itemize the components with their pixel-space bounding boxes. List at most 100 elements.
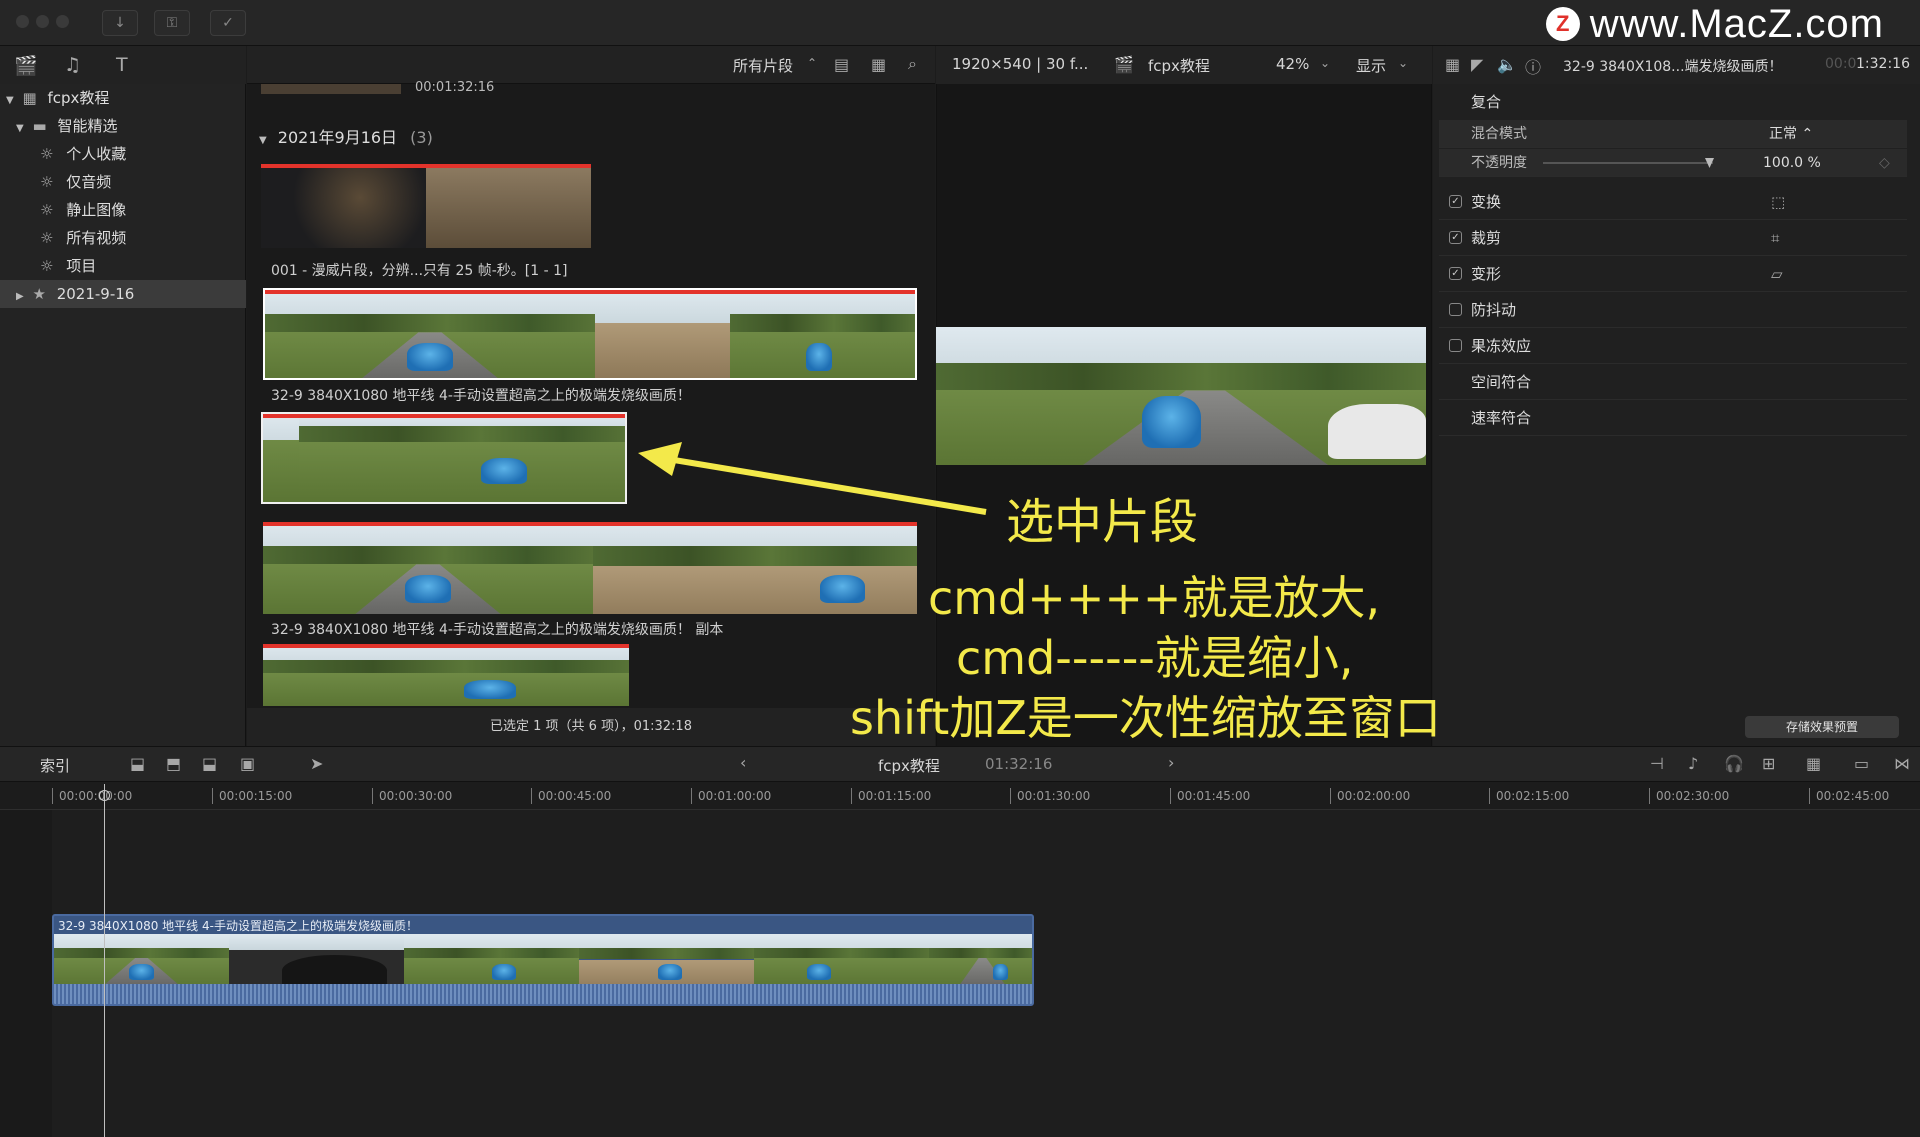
- crop-checkbox[interactable]: ✓: [1449, 231, 1462, 244]
- sidebar-item-favorites[interactable]: ☼ 个人收藏: [0, 140, 246, 168]
- sidebar-item-stills[interactable]: ☼ 静止图像: [0, 196, 246, 224]
- clip-thumbnail-horizon[interactable]: [263, 288, 917, 380]
- playhead[interactable]: [104, 784, 105, 1137]
- libraries-icon[interactable]: 🎬: [14, 54, 38, 77]
- rate-conform-row[interactable]: 速率符合: [1439, 400, 1907, 436]
- sidebar-item-audio-only[interactable]: ☼ 仅音频: [0, 168, 246, 196]
- info-inspector-icon[interactable]: ⓘ: [1525, 54, 1541, 78]
- distort-onscreen-icon[interactable]: ▱: [1771, 256, 1783, 292]
- history-forward-icon[interactable]: ›: [1168, 753, 1174, 772]
- minimize-window-button[interactable]: [36, 15, 49, 28]
- save-effects-preset-button[interactable]: 存储效果预置: [1745, 716, 1899, 738]
- annotation-zoom-in: cmd++++就是放大,: [928, 571, 1381, 625]
- stabilization-row[interactable]: 防抖动: [1439, 292, 1907, 328]
- watermark: Z www.MacZ.com: [1545, 2, 1884, 46]
- sidebar-item-label: 所有视频: [66, 229, 127, 247]
- smart-collection-icon: ☼: [40, 201, 54, 219]
- sidebar-item-event[interactable]: ▶ ★ 2021-9-16: [0, 280, 246, 308]
- crop-onscreen-icon[interactable]: ⌗: [1771, 220, 1779, 256]
- ruler-tick: 00:00:30:00: [372, 788, 452, 804]
- stabilization-checkbox[interactable]: [1449, 303, 1462, 316]
- background-tasks-icon[interactable]: ✓: [210, 10, 246, 36]
- clip-frame: [754, 934, 929, 986]
- insert-clip-icon[interactable]: ⬒: [166, 754, 181, 773]
- history-back-icon[interactable]: ‹: [740, 753, 746, 772]
- titles-generators-icon[interactable]: T: [116, 54, 128, 76]
- distort-checkbox[interactable]: ✓: [1449, 267, 1462, 280]
- effects-browser-icon[interactable]: ▭: [1854, 754, 1869, 773]
- headphones-icon[interactable]: 🎧: [1724, 754, 1744, 773]
- zoom-window-button[interactable]: [56, 15, 69, 28]
- list-view-icon[interactable]: ▤: [834, 55, 849, 74]
- video-inspector-icon[interactable]: ▦: [1445, 55, 1460, 74]
- library-item[interactable]: ▼ ▦ fcpx教程: [0, 84, 246, 112]
- disclosure-triangle-icon[interactable]: ▼: [6, 95, 14, 106]
- blend-mode-label: 混合模式: [1471, 126, 1527, 142]
- clip-appearance-icon[interactable]: ▦: [1806, 754, 1821, 773]
- audio-inspector-icon[interactable]: 🔈: [1497, 55, 1517, 74]
- photos-audio-icon[interactable]: ♫: [64, 54, 81, 76]
- select-tool-icon[interactable]: ➤: [310, 754, 323, 773]
- timeline-ruler[interactable]: 00:00:00:00 00:00:15:00 00:00:30:00 00:0…: [0, 782, 1920, 810]
- partial-clip-thumbnail[interactable]: [261, 84, 401, 94]
- stabilization-label: 防抖动: [1471, 301, 1517, 319]
- event-star-icon: ★: [32, 285, 46, 303]
- clip-filter-menu[interactable]: 所有片段: [733, 55, 793, 76]
- clip-frame: [404, 934, 579, 986]
- library-toolbar: 🎬 ♫ T: [0, 46, 246, 84]
- transitions-browser-icon[interactable]: ⋈: [1894, 754, 1910, 773]
- connect-clip-icon[interactable]: ⬓: [130, 754, 145, 773]
- disclosure-triangle-icon[interactable]: ▼: [16, 123, 24, 134]
- distort-row[interactable]: ✓ 变形 ▱: [1439, 256, 1907, 292]
- rolling-shutter-row[interactable]: 果冻效应: [1439, 328, 1907, 364]
- opacity-row: 不透明度 100.0 % ◇: [1439, 149, 1907, 177]
- skimming-icon[interactable]: ⊣: [1650, 754, 1664, 773]
- date-group-header[interactable]: ▼ 2021年9月16日 (3): [259, 124, 433, 148]
- dirt-frame: [595, 290, 730, 378]
- transform-onscreen-icon[interactable]: ⬚: [1771, 184, 1785, 220]
- clip-thumbnail-partial[interactable]: [263, 644, 629, 706]
- filmstrip-view-icon[interactable]: ▦: [871, 55, 886, 74]
- display-menu[interactable]: 显示: [1356, 55, 1386, 76]
- selected-clip-thumbnail[interactable]: [261, 412, 627, 504]
- clip-browser: 00:01:32:16 ▼ 2021年9月16日 (3) 001 - 漫威片段，…: [247, 80, 935, 708]
- timeline-index-button[interactable]: 索引: [40, 755, 70, 776]
- opacity-slider[interactable]: [1543, 162, 1713, 164]
- field-frame: [730, 290, 915, 378]
- disclosure-triangle-icon[interactable]: ▼: [259, 135, 267, 146]
- disclosure-triangle-icon[interactable]: ▶: [16, 291, 24, 302]
- rolling-shutter-checkbox[interactable]: [1449, 339, 1462, 352]
- clip-thumbnail-marvel[interactable]: [261, 164, 591, 248]
- keywords-icon[interactable]: ⚿: [154, 10, 190, 36]
- blend-mode-row: 混合模式 正常 ⌃: [1439, 120, 1907, 148]
- timeline-clip[interactable]: 32-9 3840X1080 地平线 4-手动设置超高之上的极端发烧级画质！: [52, 914, 1034, 1006]
- color-inspector-icon[interactable]: ◤: [1471, 55, 1483, 74]
- opacity-value[interactable]: 100.0 %: [1763, 149, 1821, 177]
- audio-skimming-icon[interactable]: ♪: [1688, 754, 1698, 773]
- smart-collections-folder[interactable]: ▼ ▬ 智能精选: [0, 112, 246, 140]
- viewer-video-frame[interactable]: [936, 327, 1426, 465]
- clip-thumbnail-horizon-copy[interactable]: [263, 522, 917, 614]
- snapping-icon[interactable]: ⊞: [1762, 754, 1775, 773]
- sidebar-item-projects[interactable]: ☼ 项目: [0, 252, 246, 280]
- sidebar-item-all-video[interactable]: ☼ 所有视频: [0, 224, 246, 252]
- search-icon[interactable]: ⌕: [908, 54, 917, 74]
- timeline-gutter: [0, 810, 52, 1137]
- compositing-section[interactable]: 复合: [1439, 84, 1907, 120]
- overwrite-clip-icon[interactable]: ▣: [240, 754, 255, 773]
- spatial-conform-row[interactable]: 空间符合: [1439, 364, 1907, 400]
- ruler-tick: 00:02:00:00: [1330, 788, 1410, 804]
- transform-checkbox[interactable]: ✓: [1449, 195, 1462, 208]
- marvel-frame-1: [261, 164, 426, 248]
- blend-mode-popup[interactable]: 正常 ⌃: [1769, 120, 1813, 148]
- append-clip-icon[interactable]: ⬓: [202, 754, 217, 773]
- import-icon[interactable]: ↓: [102, 10, 138, 36]
- ruler-tick: 00:02:15:00: [1489, 788, 1569, 804]
- zoom-menu[interactable]: 42%: [1276, 55, 1309, 73]
- sidebar-item-label: 个人收藏: [66, 145, 127, 163]
- keyframe-icon[interactable]: ◇: [1879, 149, 1890, 177]
- crop-row[interactable]: ✓ 裁剪 ⌗: [1439, 220, 1907, 256]
- transform-row[interactable]: ✓ 变换 ⬚: [1439, 184, 1907, 220]
- playhead-handle[interactable]: [99, 790, 110, 801]
- close-window-button[interactable]: [16, 15, 29, 28]
